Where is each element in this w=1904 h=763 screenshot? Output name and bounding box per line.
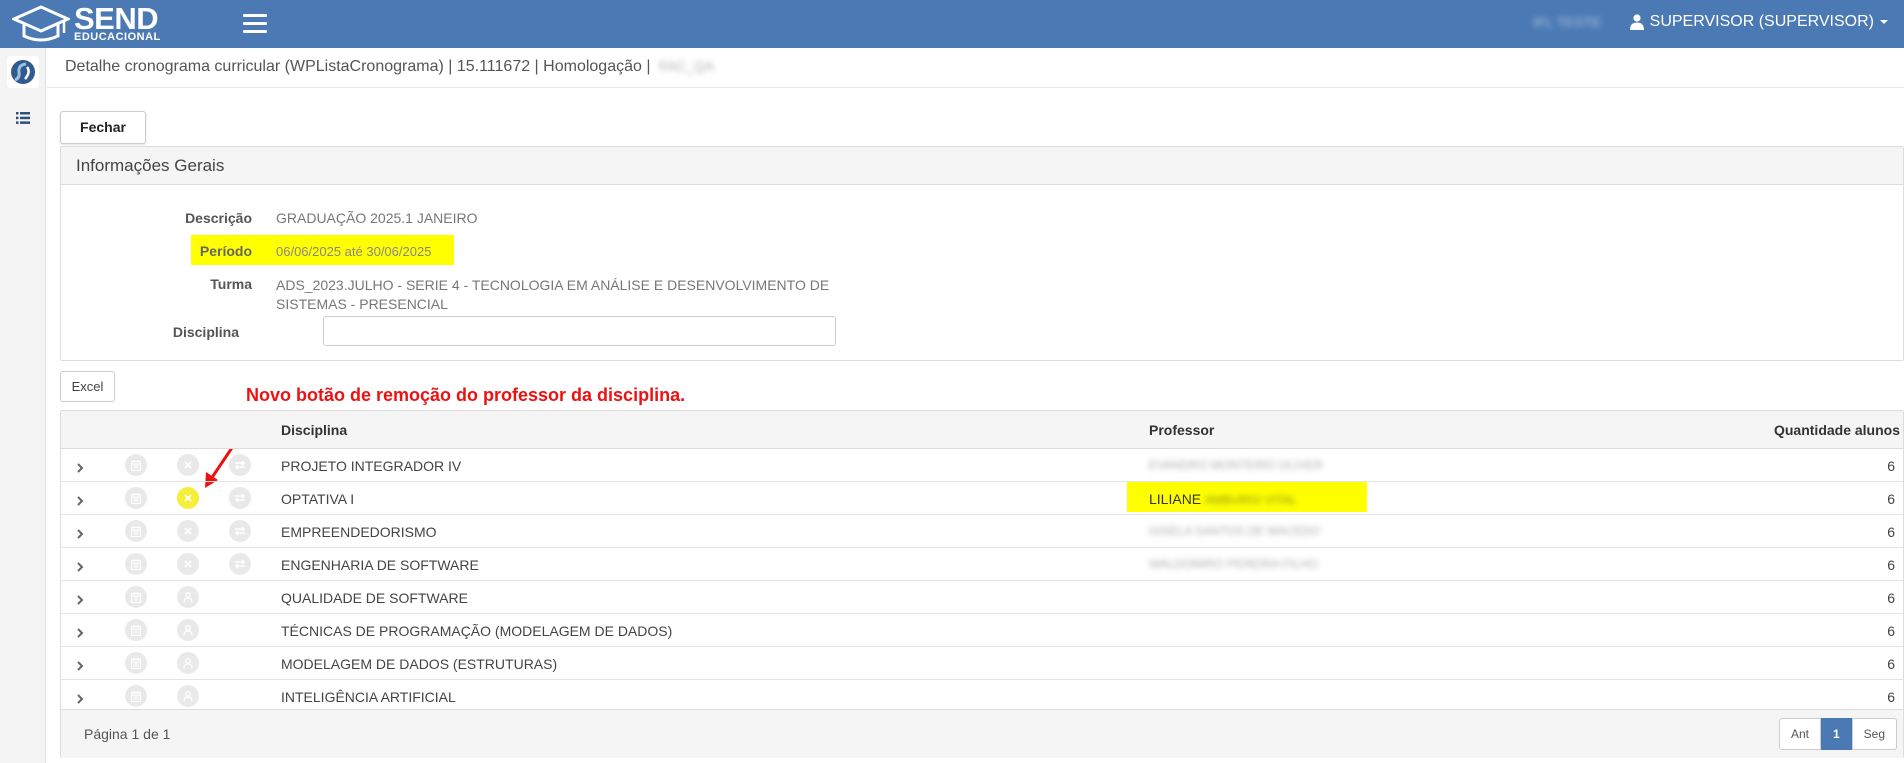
- add-user-icon[interactable]: [177, 685, 199, 707]
- quantidade-cell: 6: [1887, 623, 1895, 639]
- calendar-icon[interactable]: [125, 619, 147, 641]
- professor-name-blurred: AMBURGI VITAL: [1205, 493, 1297, 507]
- column-professor[interactable]: Professor: [1149, 422, 1214, 438]
- disciplina-cell: QUALIDADE DE SOFTWARE: [281, 590, 468, 606]
- next-page-button[interactable]: Seg: [1851, 718, 1897, 750]
- chevron-right-icon[interactable]: [76, 493, 86, 506]
- remove-icon[interactable]: [177, 487, 199, 509]
- quantidade-cell: 6: [1887, 656, 1895, 672]
- chevron-right-icon[interactable]: [76, 526, 86, 539]
- table-row[interactable]: TÉCNICAS DE PROGRAMAÇÃO (MODELAGEM DE DA…: [61, 614, 1903, 647]
- remove-icon[interactable]: [177, 520, 199, 542]
- remove-icon[interactable]: [177, 553, 199, 575]
- calendar-icon[interactable]: [125, 652, 147, 674]
- disciplina-cell: ENGENHARIA DE SOFTWARE: [281, 557, 479, 573]
- remove-icon[interactable]: [177, 454, 199, 476]
- quantidade-cell: 6: [1887, 557, 1895, 573]
- table-row[interactable]: ENGENHARIA DE SOFTWARE WALDOMIRO PEREIRA …: [61, 548, 1903, 581]
- professor-name: LILIANE: [1149, 491, 1202, 507]
- disciplines-table: Disciplina Professor Quantidade alunos P…: [60, 410, 1904, 758]
- professor-cell: WALDOMIRO PEREIRA FILHO: [1149, 557, 1318, 571]
- professor-cell: GISELA SANTOS DE MACEDO: [1149, 524, 1321, 538]
- table-header: Disciplina Professor Quantidade alunos: [61, 411, 1903, 449]
- disciplina-cell: INTELIGÊNCIA ARTIFICIAL: [281, 689, 456, 705]
- add-user-icon[interactable]: [177, 652, 199, 674]
- quantidade-cell: 6: [1887, 458, 1895, 474]
- swap-icon[interactable]: [229, 487, 251, 509]
- table-row[interactable]: PROJETO INTEGRADOR IV EVANDRO MONTEIRO OL…: [61, 449, 1903, 482]
- swap-icon[interactable]: [229, 520, 251, 542]
- add-user-icon[interactable]: [177, 586, 199, 608]
- column-quantidade-alunos[interactable]: Quantidade alunos: [1774, 422, 1900, 438]
- pagination-info: Página 1 de 1: [84, 726, 171, 742]
- chevron-right-icon[interactable]: [76, 592, 86, 605]
- calendar-icon[interactable]: [125, 586, 147, 608]
- disciplina-cell: EMPREENDEDORISMO: [281, 524, 437, 540]
- calendar-icon[interactable]: [125, 520, 147, 542]
- quantidade-cell: 6: [1887, 689, 1895, 705]
- table-row[interactable]: EMPREENDEDORISMO GISELA SANTOS DE MACEDO 6: [61, 515, 1903, 548]
- calendar-icon[interactable]: [125, 685, 147, 707]
- chevron-right-icon[interactable]: [76, 559, 86, 572]
- swap-icon[interactable]: [229, 553, 251, 575]
- disciplina-cell: OPTATIVA I: [281, 491, 355, 507]
- table-footer: Página 1 de 1 Ant 1 Seg: [61, 709, 1903, 758]
- page-1-button[interactable]: 1: [1820, 718, 1852, 750]
- pagination: Ant 1 Seg: [1778, 718, 1897, 750]
- calendar-icon[interactable]: [125, 454, 147, 476]
- professor-cell: LILIANE AMBURGI VITAL: [1149, 491, 1297, 507]
- calendar-icon[interactable]: [125, 553, 147, 575]
- chevron-right-icon[interactable]: [76, 658, 86, 671]
- quantidade-cell: 6: [1887, 491, 1895, 507]
- professor-cell: EVANDRO MONTEIRO OLIVER: [1149, 458, 1323, 472]
- quantidade-cell: 6: [1887, 524, 1895, 540]
- swap-icon[interactable]: [229, 454, 251, 476]
- table-row[interactable]: QUALIDADE DE SOFTWARE 6: [61, 581, 1903, 614]
- quantidade-cell: 6: [1887, 590, 1895, 606]
- chevron-right-icon[interactable]: [76, 460, 86, 473]
- disciplina-cell: PROJETO INTEGRADOR IV: [281, 458, 462, 474]
- add-user-icon[interactable]: [177, 619, 199, 641]
- chevron-right-icon[interactable]: [76, 691, 86, 704]
- table-row[interactable]: OPTATIVA I LILIANE AMBURGI VITAL 6: [61, 482, 1903, 515]
- prev-page-button[interactable]: Ant: [1778, 718, 1821, 750]
- calendar-icon[interactable]: [125, 487, 147, 509]
- chevron-right-icon[interactable]: [76, 625, 86, 638]
- disciplina-cell: TÉCNICAS DE PROGRAMAÇÃO (MODELAGEM DE DA…: [281, 623, 673, 639]
- table-row[interactable]: MODELAGEM DE DADOS (ESTRUTURAS) 6: [61, 647, 1903, 680]
- disciplina-cell: MODELAGEM DE DADOS (ESTRUTURAS): [281, 656, 558, 672]
- column-disciplina[interactable]: Disciplina: [281, 422, 347, 438]
